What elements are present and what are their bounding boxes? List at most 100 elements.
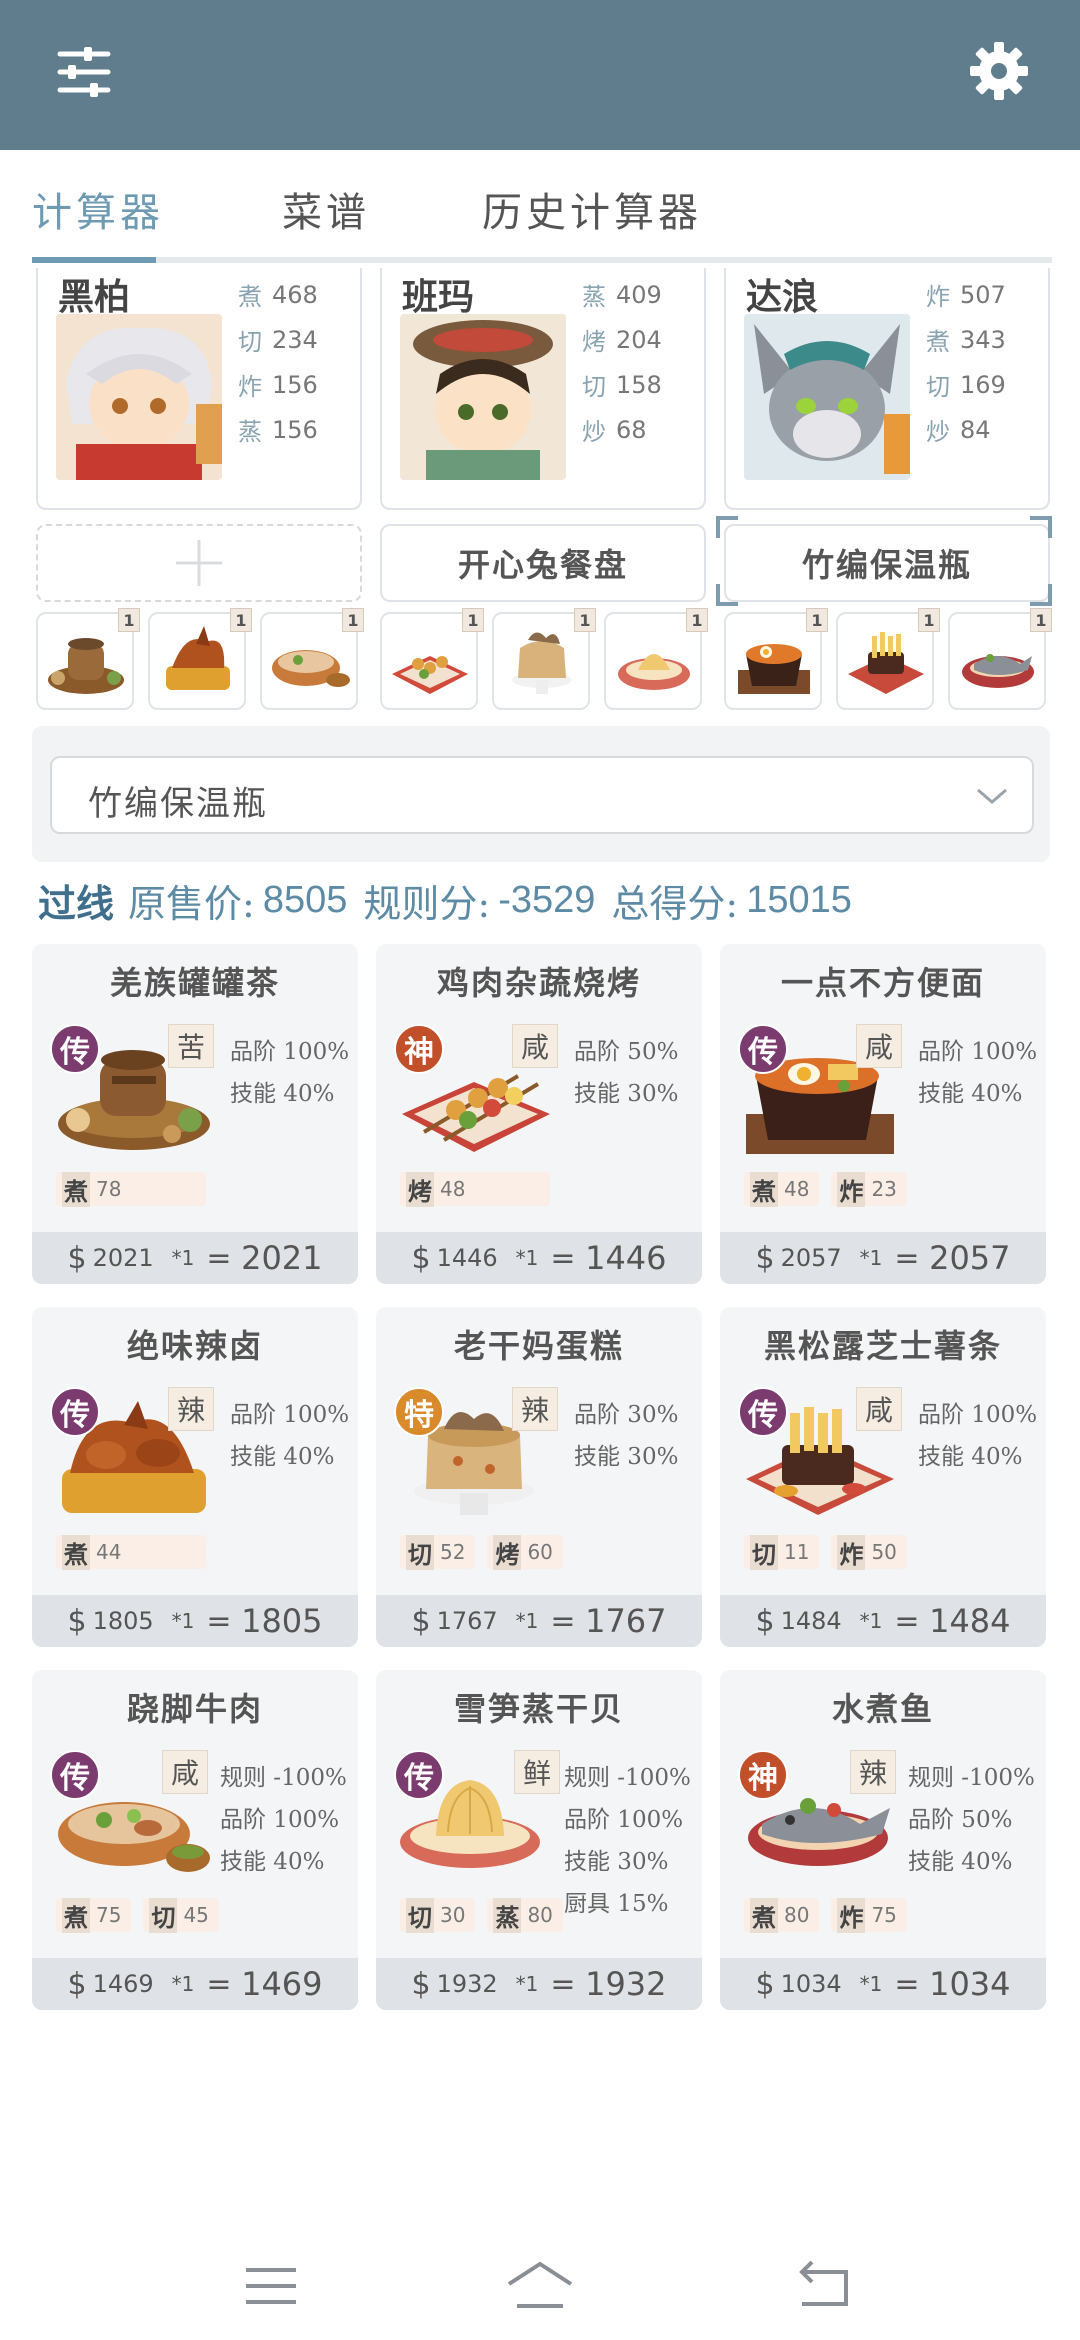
skill-chip: 蒸 80	[487, 1897, 563, 1933]
mini-dish-noodles[interactable]: 1	[724, 608, 828, 710]
skill-chip: 炸 23	[831, 1171, 907, 1207]
dish-title: 绝味辣卤	[126, 1327, 263, 1365]
dish-stats: 规则 -100% 品阶 50% 技能 40%	[908, 1758, 1035, 1884]
dish-stat: 技能 30%	[574, 1081, 679, 1107]
back-icon[interactable]	[790, 2256, 860, 2316]
dish-card[interactable]: 水煮鱼 神 辣 规则 -100% 品阶 50% 技能 40% 煮 80 炸 75 $…	[720, 1670, 1046, 2010]
flavor-tag: 辣	[512, 1387, 558, 1431]
score-summary: 过线 原售价: 8505 规则分: -3529 总得分: 15015	[38, 872, 868, 928]
quantity-badge: 1	[1030, 608, 1052, 632]
dish-card[interactable]: 一点不方便面 传 咸 品阶 100% 技能 40% 煮 48 炸 23 $2057 *…	[720, 944, 1046, 1284]
dish-card[interactable]: 老干妈蛋糕 特 辣 品阶 30% 技能 30% 切 52 烤 60 $1767 *1 =…	[376, 1307, 702, 1647]
quantity-badge: 1	[230, 608, 252, 632]
dish-stat: 品阶 100%	[230, 1039, 350, 1065]
sliders-icon[interactable]	[54, 42, 114, 102]
rarity-badge: 传	[738, 1024, 788, 1074]
mini-dish-fish[interactable]: 1	[948, 608, 1052, 710]
dish-card[interactable]: 鸡肉杂蔬烧烤 神 咸 品阶 50% 技能 30% 烤 48 $1446 *1 = 14…	[376, 944, 702, 1284]
mini-dish-cake[interactable]: 1	[492, 608, 596, 710]
flavor-tag: 咸	[512, 1024, 558, 1068]
dish-stat: 技能 40%	[220, 1849, 325, 1875]
dish-price-row: $1446 *1 = 1446	[376, 1232, 702, 1284]
dish-stat: 技能 30%	[574, 1444, 679, 1470]
mini-dish-scallop[interactable]: 1	[604, 608, 708, 710]
dish-card[interactable]: 羌族罐罐茶 传 苦 品阶 100% 技能 40% 煮 78 $2021 *1 = 20…	[32, 944, 358, 1284]
tab-calculator[interactable]: 计算器	[32, 180, 164, 238]
mini-dish-tea[interactable]: 1	[36, 608, 140, 710]
gear-icon[interactable]	[968, 40, 1030, 102]
quantity-badge: 1	[462, 608, 484, 632]
chef-skill-list: 蒸 409 烤 204 切 158 炒 68	[582, 272, 702, 452]
dish-stat: 技能 40%	[918, 1081, 1023, 1107]
mini-dish-beef[interactable]: 1	[260, 608, 364, 710]
flavor-tag: 辣	[850, 1750, 896, 1794]
dish-title: 鸡肉杂蔬烧烤	[436, 964, 641, 1002]
chef-skill: 炒 68	[582, 415, 647, 447]
dish-skill-requirements: 切 52 烤 60	[400, 1534, 563, 1570]
dish-stat: 规则 -100%	[908, 1765, 1035, 1791]
mini-dish-spicy-braise[interactable]: 1	[148, 608, 252, 710]
chef-name: 班玛	[402, 276, 475, 318]
chef-skill: 烤 204	[582, 325, 662, 357]
chef-name: 达浪	[746, 276, 819, 318]
quantity-badge: 1	[918, 608, 940, 632]
dish-skill-requirements: 煮 44	[56, 1534, 206, 1570]
dish-stats: 品阶 100% 技能 40%	[918, 1395, 1037, 1479]
chef-skill: 切 169	[926, 370, 1006, 402]
chef-skill: 切 234	[238, 325, 318, 357]
skill-chip: 炸 75	[831, 1897, 907, 1933]
selection-corner	[1030, 516, 1052, 538]
dish-stat: 品阶 100%	[918, 1402, 1038, 1428]
mini-dish-skewers[interactable]: 1	[380, 608, 484, 710]
tab-recipes[interactable]: 菜谱	[282, 180, 370, 238]
pass-label: 过线	[38, 880, 115, 926]
dish-card[interactable]: 绝味辣卤 传 辣 品阶 100% 技能 40% 煮 44 $1805 *1 = 180…	[32, 1307, 358, 1647]
dish-stat: 厨具 15%	[564, 1891, 669, 1917]
skill-chip: 煮 78	[56, 1171, 206, 1207]
dish-card[interactable]: 雪笋蒸干贝 传 鲜 规则 -100% 品阶 100% 技能 30% 厨具 15%…	[376, 1670, 702, 2010]
dish-stat: 规则 -100%	[220, 1765, 347, 1791]
dish-stats: 规则 -100% 品阶 100% 技能 40%	[220, 1758, 347, 1884]
menu-icon[interactable]	[236, 2256, 306, 2316]
mini-dish-fries[interactable]: 1	[836, 608, 940, 710]
selection-corner	[1030, 584, 1052, 606]
chevron-down-icon	[974, 778, 1010, 818]
selection-corner	[716, 516, 738, 538]
add-equipment-button[interactable]	[36, 524, 362, 602]
dish-skill-requirements: 煮 78	[56, 1171, 206, 1207]
dish-skill-requirements: 煮 75 切 45	[56, 1897, 219, 1933]
dish-price-row: $1484 *1 = 1484	[720, 1595, 1046, 1647]
dish-card[interactable]: 跷脚牛肉 传 咸 规则 -100% 品阶 100% 技能 40% 煮 75 切 45…	[32, 1670, 358, 2010]
flavor-tag: 鲜	[514, 1750, 560, 1794]
dish-title: 老干妈蛋糕	[453, 1327, 624, 1365]
select-value: 竹编保温瓶	[88, 784, 268, 824]
dish-price-row: $2057 *1 = 2057	[720, 1232, 1046, 1284]
equipment-slot-3[interactable]: 竹编保温瓶	[724, 524, 1050, 602]
skill-chip: 切 52	[400, 1534, 476, 1570]
dish-card[interactable]: 黑松露芝士薯条 传 咸 品阶 100% 技能 40% 切 11 炸 50 $1484…	[720, 1307, 1046, 1647]
chef-skill: 蒸 156	[238, 415, 318, 447]
dish-stat: 品阶 100%	[220, 1807, 340, 1833]
chef-skill: 炸 156	[238, 370, 318, 402]
chef-skill-list: 炸 507 煮 343 切 169 炒 84	[926, 272, 1046, 452]
dish-price-row: $1469 *1 = 1469	[32, 1958, 358, 2010]
dish-stat: 技能 40%	[908, 1849, 1013, 1875]
tab-history-calculator[interactable]: 历史计算器	[482, 180, 702, 238]
dish-skill-requirements: 烤 48	[400, 1171, 550, 1207]
chef-card-1[interactable]: 黑柏 煮 468 切 234 炸 156 蒸 156	[36, 268, 362, 510]
dish-stats: 品阶 100% 技能 40%	[230, 1395, 349, 1479]
selection-corner	[716, 584, 738, 606]
chef-card-2[interactable]: 班玛 蒸 409 烤 204 切 158 炒 68	[380, 268, 706, 510]
home-icon[interactable]	[505, 2256, 575, 2316]
skill-chip: 煮 80	[744, 1897, 820, 1933]
dish-stats: 品阶 100% 技能 40%	[230, 1032, 349, 1116]
equipment-slot-2[interactable]: 开心兔餐盘	[380, 524, 706, 602]
rarity-badge: 传	[394, 1750, 444, 1800]
equipment-select[interactable]: 竹编保温瓶	[50, 756, 1034, 834]
quantity-badge: 1	[806, 608, 828, 632]
chef-card-3[interactable]: 达浪 炸 507 煮 343 切 169 炒 84	[724, 268, 1050, 510]
system-nav-bar	[0, 2230, 1080, 2340]
flavor-tag: 咸	[162, 1750, 208, 1794]
skill-chip: 煮 44	[56, 1534, 206, 1570]
skill-chip: 切 11	[744, 1534, 820, 1570]
